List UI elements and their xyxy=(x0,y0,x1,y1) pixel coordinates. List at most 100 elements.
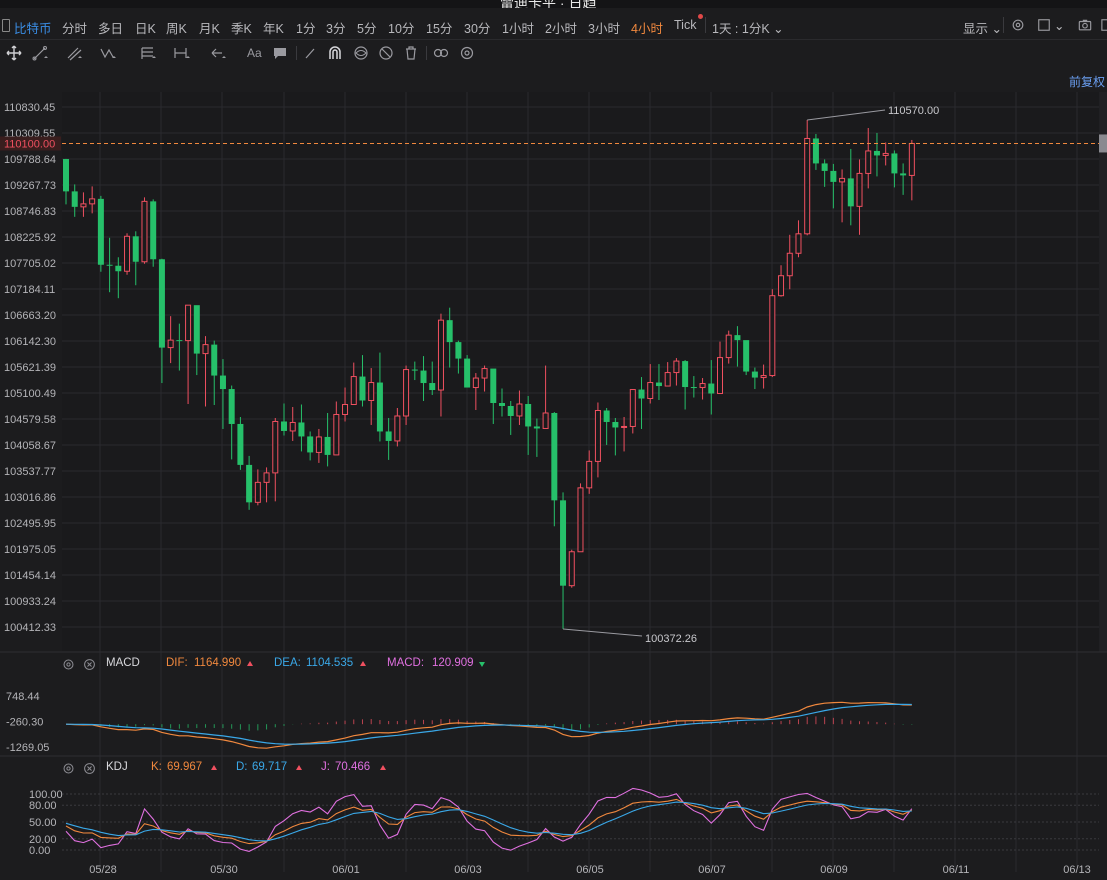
macd-macd-value: 120.909 xyxy=(432,657,474,669)
candle-body xyxy=(368,382,375,402)
macd-dif-label: DIF: xyxy=(166,657,188,669)
candle-body xyxy=(882,152,889,156)
price-tick-label: 102495.95 xyxy=(4,518,56,530)
close-icon[interactable] xyxy=(83,762,96,775)
candle-body xyxy=(760,375,767,379)
candle-body xyxy=(490,368,497,404)
candle-body xyxy=(289,421,296,432)
price-tick-label: 107705.02 xyxy=(4,258,56,270)
candle-body xyxy=(795,233,802,254)
price-tick-label: 109267.73 xyxy=(4,180,56,192)
kdj-k-value: 69.967 xyxy=(167,761,203,773)
candle-body xyxy=(612,421,619,428)
candle-body xyxy=(839,177,846,183)
candle-body xyxy=(873,150,880,156)
candle-body xyxy=(455,342,462,359)
candle-body xyxy=(673,360,680,374)
candle-body xyxy=(847,178,854,207)
candle-body xyxy=(411,369,418,371)
macd-name[interactable]: MACD xyxy=(106,657,140,669)
candle-body xyxy=(63,159,69,192)
candle-body xyxy=(734,335,741,341)
candle-body xyxy=(647,382,654,400)
arrow-up-icon xyxy=(360,661,366,666)
candle-body xyxy=(786,252,793,277)
candle-body xyxy=(472,377,479,389)
candle-body xyxy=(350,376,357,406)
price-tick-label: 103537.77 xyxy=(4,466,56,478)
candle-body xyxy=(865,150,872,174)
date-axis-label: 06/09 xyxy=(820,864,848,876)
kdj-axis-label: 0.00 xyxy=(29,845,50,857)
price-tick-label: 105621.39 xyxy=(4,362,56,374)
date-axis-label: 06/13 xyxy=(1063,864,1091,876)
date-axis-label: 06/01 xyxy=(332,864,360,876)
candle-body xyxy=(185,304,192,342)
candle-body xyxy=(97,198,104,265)
candle-body xyxy=(237,423,244,465)
price-tick-label: 110830.45 xyxy=(4,102,55,114)
candle-body xyxy=(900,173,907,176)
close-icon[interactable] xyxy=(83,658,96,671)
candle-body xyxy=(193,305,200,354)
candle-body xyxy=(594,409,601,462)
main-chart-bg xyxy=(62,92,1099,651)
candle-body xyxy=(717,357,723,395)
candle-body xyxy=(586,460,593,489)
kdj-j-label: J: xyxy=(321,761,330,773)
arrow-up-icon xyxy=(211,765,217,770)
candle-body xyxy=(664,372,671,387)
candle-body xyxy=(115,265,122,272)
candle-body xyxy=(743,340,750,372)
candle-body xyxy=(507,406,514,416)
candle-body xyxy=(516,403,523,417)
candle-body xyxy=(71,191,78,207)
candle-body xyxy=(342,404,349,415)
kline-chart[interactable]: 110830.45110309.55109788.64109267.731087… xyxy=(0,0,1107,880)
candle-body xyxy=(219,375,226,390)
arrow-up-icon xyxy=(380,765,386,770)
candle-body xyxy=(751,371,758,378)
candle-body xyxy=(499,403,505,407)
macd-axis-label: -260.30 xyxy=(6,716,43,728)
candle-body xyxy=(167,339,174,349)
kdj-j-line xyxy=(65,787,913,852)
kdj-d-value: 69.717 xyxy=(252,761,288,773)
candle-body xyxy=(804,137,811,235)
kdj-name[interactable]: KDJ xyxy=(106,761,128,773)
price-scale-handle xyxy=(1099,134,1107,153)
candle-body xyxy=(769,295,776,377)
candle-body xyxy=(891,153,898,174)
gear-icon[interactable] xyxy=(62,658,75,671)
kdj-d-line xyxy=(65,801,912,842)
kdj-d-label: D: xyxy=(236,761,248,773)
candle-body xyxy=(324,436,331,455)
price-tick-label: 108746.83 xyxy=(4,206,56,218)
candle-body xyxy=(394,415,401,442)
candle-body xyxy=(708,383,715,394)
low-annotation-label: 100372.26 xyxy=(645,633,697,645)
candle-body xyxy=(446,320,453,343)
candle-body xyxy=(124,235,131,272)
candle-body xyxy=(629,389,636,427)
macd-axis-label: 748.44 xyxy=(6,691,40,703)
price-tick-label: 105100.49 xyxy=(4,388,56,400)
candle-body xyxy=(281,421,287,431)
candle-body xyxy=(682,361,689,388)
date-axis-label: 06/07 xyxy=(698,864,726,876)
macd-dea-label: DEA: xyxy=(274,657,301,669)
kdj-axis-label: 100.00 xyxy=(29,789,63,801)
date-axis-label: 05/30 xyxy=(210,864,238,876)
candle-body xyxy=(385,431,392,441)
candle-body xyxy=(812,138,819,164)
candle-body xyxy=(560,500,567,586)
candle-body xyxy=(176,340,183,342)
candle-body xyxy=(525,404,532,427)
candle-body xyxy=(481,368,488,379)
candle-body xyxy=(89,198,96,205)
candle-body xyxy=(420,370,427,384)
price-tick-label: 106142.30 xyxy=(4,336,56,348)
gear-icon[interactable] xyxy=(62,762,75,775)
macd-dif-value: 1164.990 xyxy=(194,657,242,669)
price-tick-label: 104579.58 xyxy=(4,414,56,426)
